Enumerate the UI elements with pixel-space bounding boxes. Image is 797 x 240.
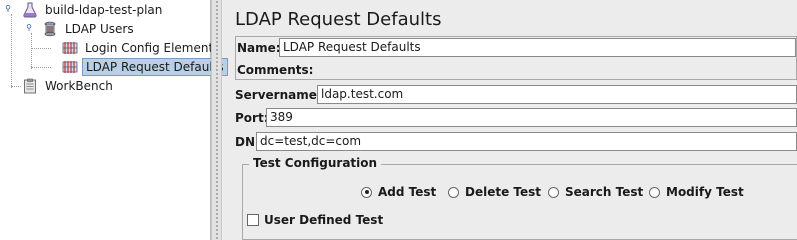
checkbox-unchecked-icon [247,214,259,226]
user-defined-test-checkbox[interactable]: User Defined Test [247,213,383,227]
name-label: Name: [237,41,281,55]
test-configuration-title: Test Configuration [249,156,382,170]
test-configuration-group: Test Configuration Add Test Delete Test … [242,156,797,240]
config-element-icon [62,59,78,75]
port-label: Port: [235,111,269,125]
tree-connector [11,14,13,88]
tree-item-workbench[interactable]: WorkBench [22,77,116,95]
tree-connector [11,86,21,88]
radio-add-test[interactable]: Add Test [361,185,436,199]
tree-item-login-config[interactable]: Login Config Element [62,39,216,57]
radio-search-test[interactable]: Search Test [548,185,643,199]
tree-connector [31,67,51,69]
servername-field[interactable]: ldap.test.com [317,85,797,104]
comments-field[interactable] [308,59,796,78]
config-element-icon [62,40,78,56]
thread-group-spool-icon [42,21,58,37]
radio-modify-test[interactable]: Modify Test [649,185,744,199]
test-plan-tree[interactable]: ⚲ build-ldap-test-plan ⚲ LDAP Users Logi… [0,0,228,240]
tree-item-label-selected: LDAP Request Defaults [82,58,228,76]
page-title: LDAP Request Defaults [235,9,442,30]
tree-item-label: LDAP Users [65,22,134,36]
radio-delete-test[interactable]: Delete Test [448,185,541,199]
expand-toggle-icon[interactable]: ⚲ [4,5,12,13]
tree-item-label: Login Config Element [85,41,214,55]
tree-item-label: build-ldap-test-plan [45,3,163,17]
tree-item-label: WorkBench [45,79,113,93]
tree-item-ldap-request-defaults[interactable]: LDAP Request Defaults [62,58,228,76]
ldap-request-defaults-panel: LDAP Request Defaults Name: LDAP Request… [223,0,797,240]
radio-label: Add Test [378,185,437,199]
tree-item-test-plan[interactable]: build-ldap-test-plan [22,1,165,19]
dn-label: DN [235,135,256,149]
test-plan-flask-icon [22,2,38,18]
port-field[interactable]: 389 [266,108,797,127]
servername-label: Servername : [235,88,326,102]
radio-label: Search Test [565,185,644,199]
radio-selected-icon [361,186,372,198]
divider-grip-icon [215,0,219,240]
radio-unselected-icon [548,186,559,198]
checkbox-label: User Defined Test [264,213,384,227]
split-pane-divider[interactable] [211,0,222,240]
name-comments-box: Name: LDAP Request Defaults Comments: [235,36,797,80]
radio-label: Modify Test [666,185,744,199]
tree-item-ldap-users[interactable]: LDAP Users [42,20,137,38]
workbench-clipboard-icon [22,78,38,94]
comments-label: Comments: [237,63,314,77]
radio-unselected-icon [649,186,660,198]
radio-label: Delete Test [465,185,542,199]
dn-field[interactable]: dc=test,dc=com [256,132,797,151]
expand-toggle-icon[interactable]: ⚲ [25,24,33,32]
radio-unselected-icon [448,186,459,198]
name-field[interactable]: LDAP Request Defaults [279,38,796,57]
tree-connector [31,33,33,69]
tree-connector [31,48,51,50]
